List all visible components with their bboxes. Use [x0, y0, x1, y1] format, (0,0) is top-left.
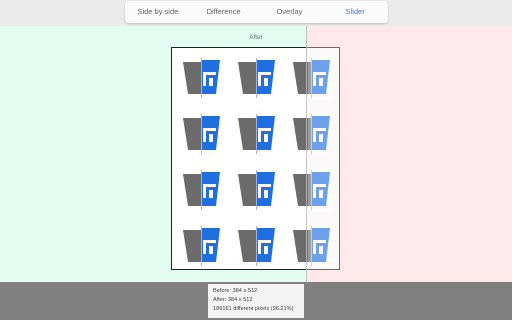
mode-toolbar: Side by side Difference Overlay Slider — [0, 0, 512, 26]
tab-side-by-side[interactable]: Side by side — [125, 1, 191, 23]
tab-difference[interactable]: Difference — [191, 1, 257, 23]
logo-tile-icon — [180, 112, 224, 156]
tab-slider[interactable]: Slider — [322, 1, 388, 23]
logo-tile-icon — [235, 112, 279, 156]
logo-tile-icon — [235, 224, 279, 268]
slider-divider[interactable] — [306, 26, 307, 282]
diff-pixels-text: 189161 different pixels (96.21%) — [213, 306, 294, 312]
logo-tile-icon — [235, 168, 279, 212]
logo-tile-icon — [180, 224, 224, 268]
diff-info-panel: Before: 384 x 512 After: 384 x 512 18916… — [208, 284, 304, 318]
logo-tile-icon — [180, 168, 224, 212]
tab-overlay[interactable]: Overlay — [257, 1, 323, 23]
comparison-stage: After — [0, 26, 512, 282]
slider-handle[interactable] — [303, 31, 310, 40]
after-frame-border — [307, 47, 340, 270]
after-label: After — [249, 34, 263, 41]
view-mode-tabs: Side by side Difference Overlay Slider — [125, 1, 388, 23]
before-size-text: Before: 384 x 512 — [213, 288, 258, 294]
logo-tile-icon — [180, 56, 224, 100]
after-size-text: After: 384 x 512 — [213, 297, 253, 303]
logo-tile-icon — [235, 56, 279, 100]
